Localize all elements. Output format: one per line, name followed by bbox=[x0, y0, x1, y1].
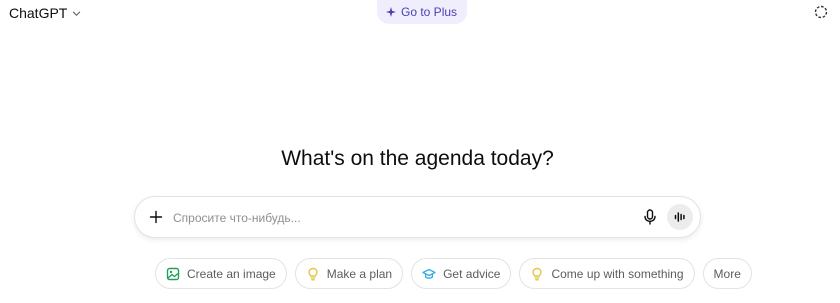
prompt-composer bbox=[134, 196, 701, 238]
suggestion-more[interactable]: More bbox=[702, 258, 752, 289]
image-icon bbox=[166, 267, 180, 280]
suggestion-label: More bbox=[713, 266, 741, 281]
lightbulb-icon bbox=[532, 267, 543, 280]
suggestion-get-advice[interactable]: Get advice bbox=[411, 258, 512, 289]
lightbulb-icon bbox=[308, 267, 318, 280]
graduation-cap-icon bbox=[422, 268, 436, 279]
microphone-icon[interactable] bbox=[641, 208, 659, 226]
suggestion-create-image[interactable]: Create an image bbox=[155, 258, 287, 289]
chevron-down-icon bbox=[73, 11, 81, 16]
page-title: What's on the agenda today? bbox=[281, 147, 554, 170]
prompt-input[interactable] bbox=[173, 209, 613, 227]
go-to-plus-button[interactable]: Go to Plus bbox=[377, 0, 468, 24]
voice-waveform-icon bbox=[674, 212, 685, 222]
suggestion-make-plan[interactable]: Make a plan bbox=[294, 258, 404, 289]
suggestion-chips: Create an image Make a plan Get advice C… bbox=[155, 258, 752, 289]
chat-page: ChatGPT Go to Plus What's on the agenda … bbox=[0, 0, 840, 303]
suggestion-come-up-with-something[interactable]: Come up with something bbox=[519, 258, 695, 289]
go-to-plus-label: Go to Plus bbox=[401, 5, 458, 19]
suggestion-label: Come up with something bbox=[551, 266, 684, 281]
suggestion-label: Make a plan bbox=[326, 266, 393, 281]
suggestion-label: Get advice bbox=[443, 266, 501, 281]
model-name: ChatGPT bbox=[9, 5, 68, 21]
temporary-chat-icon[interactable] bbox=[814, 5, 828, 19]
voice-mode-button[interactable] bbox=[667, 204, 693, 230]
suggestion-label: Create an image bbox=[187, 266, 276, 281]
model-switcher[interactable]: ChatGPT bbox=[7, 4, 83, 22]
add-attachment-icon[interactable] bbox=[148, 209, 164, 225]
sparkle-icon bbox=[386, 7, 396, 17]
